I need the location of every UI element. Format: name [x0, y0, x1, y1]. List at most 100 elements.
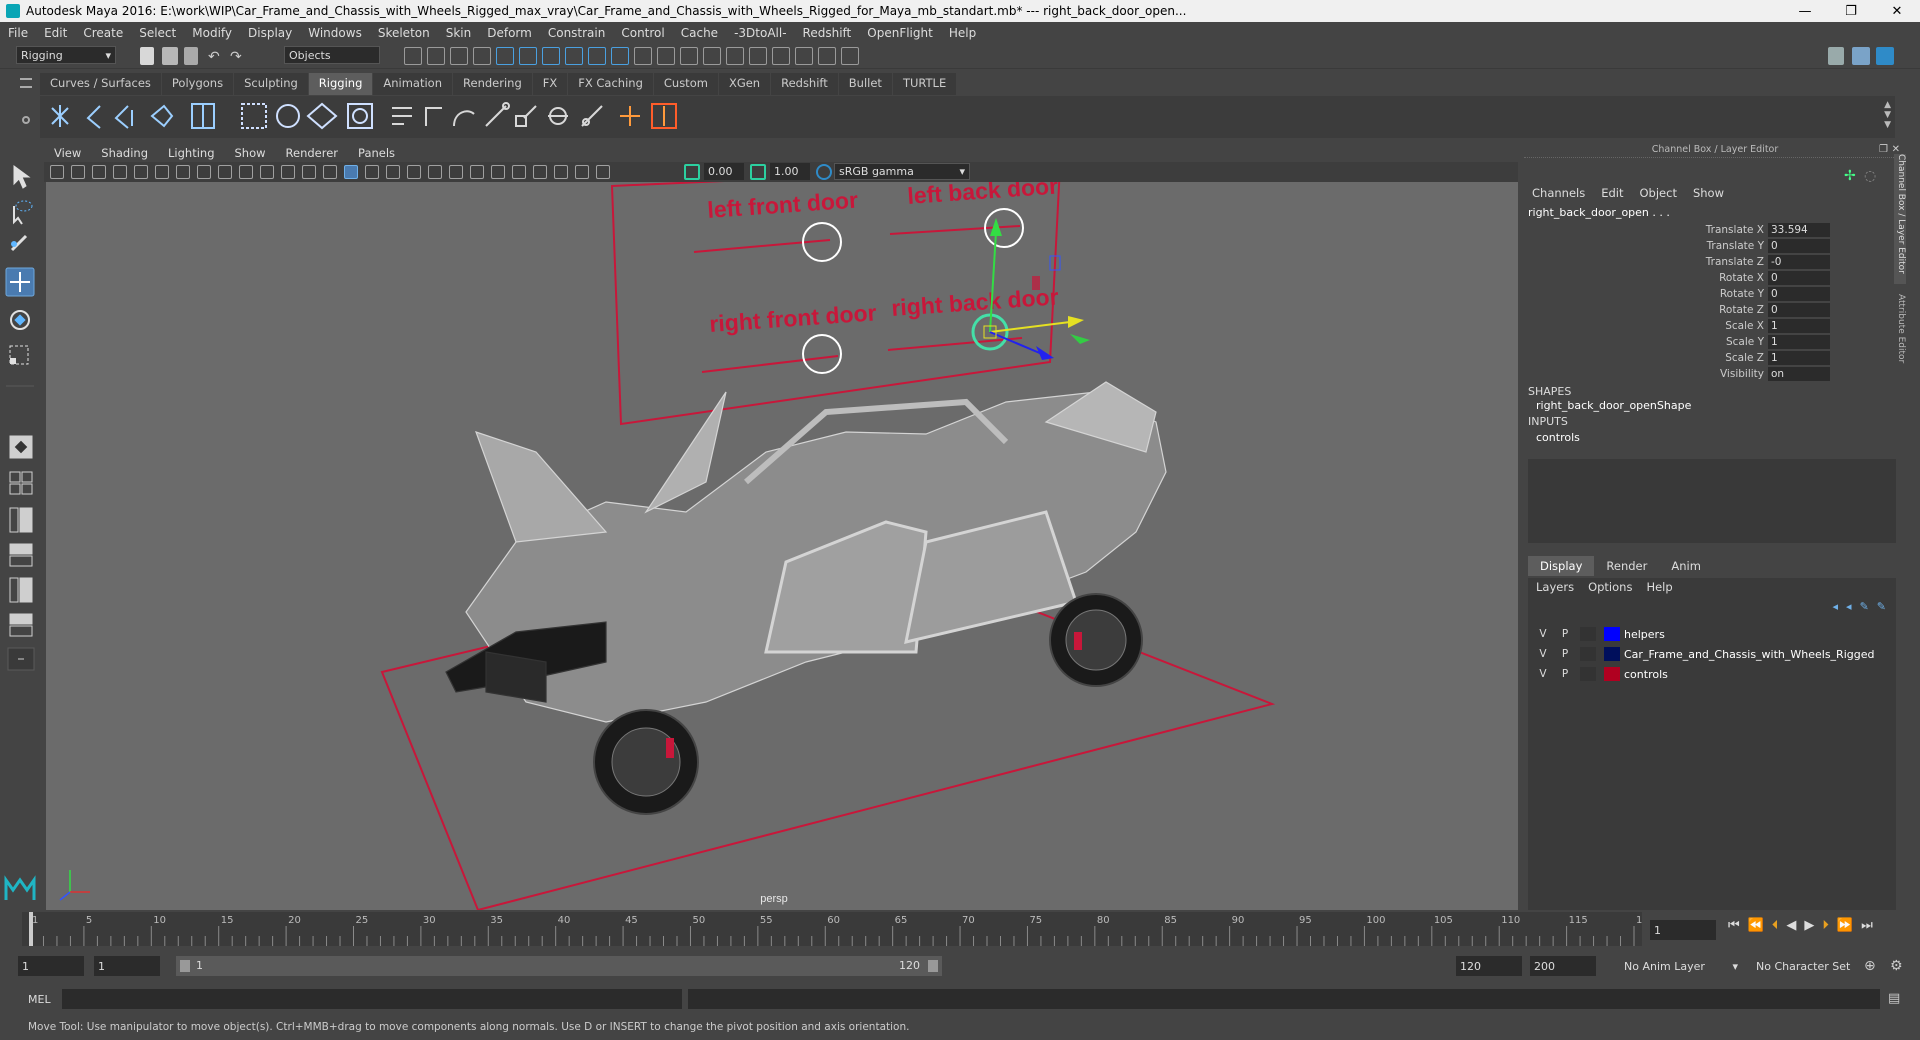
- layer-row[interactable]: V Phelpers: [1532, 624, 1874, 644]
- field-chart-icon[interactable]: [260, 165, 274, 179]
- gate-mask-icon[interactable]: [239, 165, 253, 179]
- move-layer-up-icon[interactable]: ◂: [1833, 600, 1839, 613]
- persp-outliner-layout-icon[interactable]: [9, 507, 33, 533]
- character-set-dropdown[interactable]: No Character Set: [1752, 956, 1868, 976]
- go-to-end-icon[interactable]: ⏭: [1861, 918, 1873, 933]
- render-settings-icon[interactable]: [772, 47, 790, 65]
- new-layer-selected-icon[interactable]: ✎: [1877, 600, 1886, 613]
- script-editor-icon[interactable]: ▤: [1888, 991, 1900, 1006]
- lattice-icon[interactable]: [241, 103, 267, 129]
- shelf-settings-icon[interactable]: [22, 116, 30, 124]
- layer-menu-help[interactable]: Help: [1646, 580, 1672, 594]
- exposure-field[interactable]: 0.00: [704, 163, 744, 180]
- sculpt-deformer-icon[interactable]: [347, 103, 373, 129]
- snap-grid-icon[interactable]: [473, 47, 491, 65]
- channel-value[interactable]: 0: [1768, 287, 1830, 301]
- bookmark-icon[interactable]: [92, 165, 106, 179]
- default-material-icon[interactable]: [365, 165, 379, 179]
- lasso-tool-icon[interactable]: [13, 200, 33, 225]
- shelf-tab-sculpting[interactable]: Sculpting: [234, 73, 308, 95]
- joint-tool-icon[interactable]: [51, 105, 69, 127]
- layer-playback-toggle[interactable]: P: [1554, 648, 1576, 660]
- range-handle-start[interactable]: [180, 960, 190, 972]
- select-tool-icon[interactable]: [13, 165, 31, 189]
- camera-attributes-icon[interactable]: [71, 165, 85, 179]
- menu-cache[interactable]: Cache: [673, 26, 726, 40]
- start-time-field[interactable]: 1: [18, 956, 84, 976]
- shadows-icon[interactable]: [428, 165, 442, 179]
- step-back-frame-icon[interactable]: ⏪: [1748, 918, 1764, 933]
- channel-row-scale-z[interactable]: Scale Z 1: [1524, 350, 1830, 366]
- menuset-dropdown[interactable]: Rigging ▾: [16, 46, 116, 64]
- front-left-wheel[interactable]: [593, 709, 699, 815]
- float-panel-icon[interactable]: ❐: [1879, 144, 1888, 155]
- channel-value[interactable]: 0: [1768, 271, 1830, 285]
- shelf-tab-xgen[interactable]: XGen: [718, 73, 771, 95]
- textured-icon[interactable]: [386, 165, 400, 179]
- layer-color-swatch[interactable]: [1604, 627, 1620, 641]
- ik-handle-icon[interactable]: [86, 105, 101, 129]
- viewport-menu-panels[interactable]: Panels: [348, 146, 405, 160]
- menu-redshift[interactable]: Redshift: [795, 26, 860, 40]
- layer-name[interactable]: controls: [1624, 668, 1668, 681]
- smooth-shade-icon[interactable]: [344, 165, 358, 179]
- hypershade-layout-icon[interactable]: [9, 577, 33, 603]
- layer-color-swatch[interactable]: [1604, 667, 1620, 681]
- layer-display-type[interactable]: [1580, 667, 1596, 681]
- geometry-constraint-icon[interactable]: [581, 105, 603, 127]
- grid-icon[interactable]: [176, 165, 190, 179]
- layer-tab-display[interactable]: Display: [1528, 556, 1595, 576]
- film-gate-icon[interactable]: [197, 165, 211, 179]
- grease-pencil-icon[interactable]: [155, 165, 169, 179]
- menu-modify[interactable]: Modify: [184, 26, 240, 40]
- layer-name[interactable]: helpers: [1624, 628, 1665, 641]
- history-icon[interactable]: [611, 47, 629, 65]
- layer-tab-render[interactable]: Render: [1594, 556, 1659, 576]
- menu-windows[interactable]: Windows: [300, 26, 370, 40]
- paint-select-icon[interactable]: [10, 234, 28, 252]
- layer-row[interactable]: V P Car_Frame_and_Chassis_with_Wheels_Rigg…: [1532, 644, 1874, 664]
- layer-visibility-toggle[interactable]: V: [1532, 668, 1554, 680]
- menu-edit[interactable]: Edit: [36, 26, 75, 40]
- speed-icon[interactable]: ◌: [1864, 168, 1876, 184]
- go-to-start-icon[interactable]: ⏮: [1728, 918, 1740, 933]
- anim-layer-dropdown[interactable]: No Anim Layer ▾: [1620, 956, 1742, 976]
- current-time-marker[interactable]: [29, 912, 33, 946]
- channel-menu-channels[interactable]: Channels: [1532, 186, 1585, 200]
- auto-key-icon[interactable]: ⊕: [1864, 958, 1876, 974]
- layer-playback-toggle[interactable]: P: [1554, 668, 1576, 680]
- ambient-occlusion-icon[interactable]: [449, 165, 463, 179]
- new-layer-icon[interactable]: ✎: [1860, 600, 1869, 613]
- input-node-name[interactable]: controls: [1536, 431, 1580, 444]
- channel-row-visibility[interactable]: Visibility on: [1524, 366, 1830, 382]
- play-forward-icon[interactable]: ▶: [1804, 918, 1814, 933]
- construction-history-icon[interactable]: [634, 47, 652, 65]
- safe-title-icon[interactable]: [302, 165, 316, 179]
- channel-value[interactable]: 1: [1768, 319, 1830, 333]
- playback-end-field[interactable]: 120: [1456, 956, 1522, 976]
- layer-name[interactable]: Car_Frame_and_Chassis_with_Wheels_Rigged: [1624, 648, 1874, 661]
- range-handle-end[interactable]: [928, 960, 938, 972]
- viewport-menu-shading[interactable]: Shading: [91, 146, 158, 160]
- viewport-menu-view[interactable]: View: [44, 146, 91, 160]
- channel-row-rotate-z[interactable]: Rotate Z 0: [1524, 302, 1830, 318]
- persp-graph-layout-icon[interactable]: [9, 543, 33, 567]
- channel-value[interactable]: -0: [1768, 255, 1830, 269]
- mel-label[interactable]: MEL: [28, 993, 51, 1006]
- single-perspective-layout-icon[interactable]: [9, 435, 33, 459]
- menu-display[interactable]: Display: [240, 26, 300, 40]
- snap-point-icon[interactable]: [519, 47, 537, 65]
- layer-tab-anim[interactable]: Anim: [1659, 556, 1713, 576]
- channel-row-translate-z[interactable]: Translate Z -0: [1524, 254, 1830, 270]
- menu-file[interactable]: File: [0, 26, 36, 40]
- menu-openflight[interactable]: OpenFlight: [859, 26, 941, 40]
- channel-row-scale-y[interactable]: Scale Y 1: [1524, 334, 1830, 350]
- lock-selection-icon[interactable]: [657, 47, 675, 65]
- viewport-persp[interactable]: left front door left back door right fro…: [46, 182, 1518, 910]
- attribute-editor-toggle-icon[interactable]: [1876, 47, 1894, 65]
- select-camera-icon[interactable]: [50, 165, 64, 179]
- menu-create[interactable]: Create: [75, 26, 131, 40]
- left-front-door-slider[interactable]: [693, 239, 831, 253]
- menu-skin[interactable]: Skin: [438, 26, 480, 40]
- wire-icon[interactable]: [306, 102, 338, 130]
